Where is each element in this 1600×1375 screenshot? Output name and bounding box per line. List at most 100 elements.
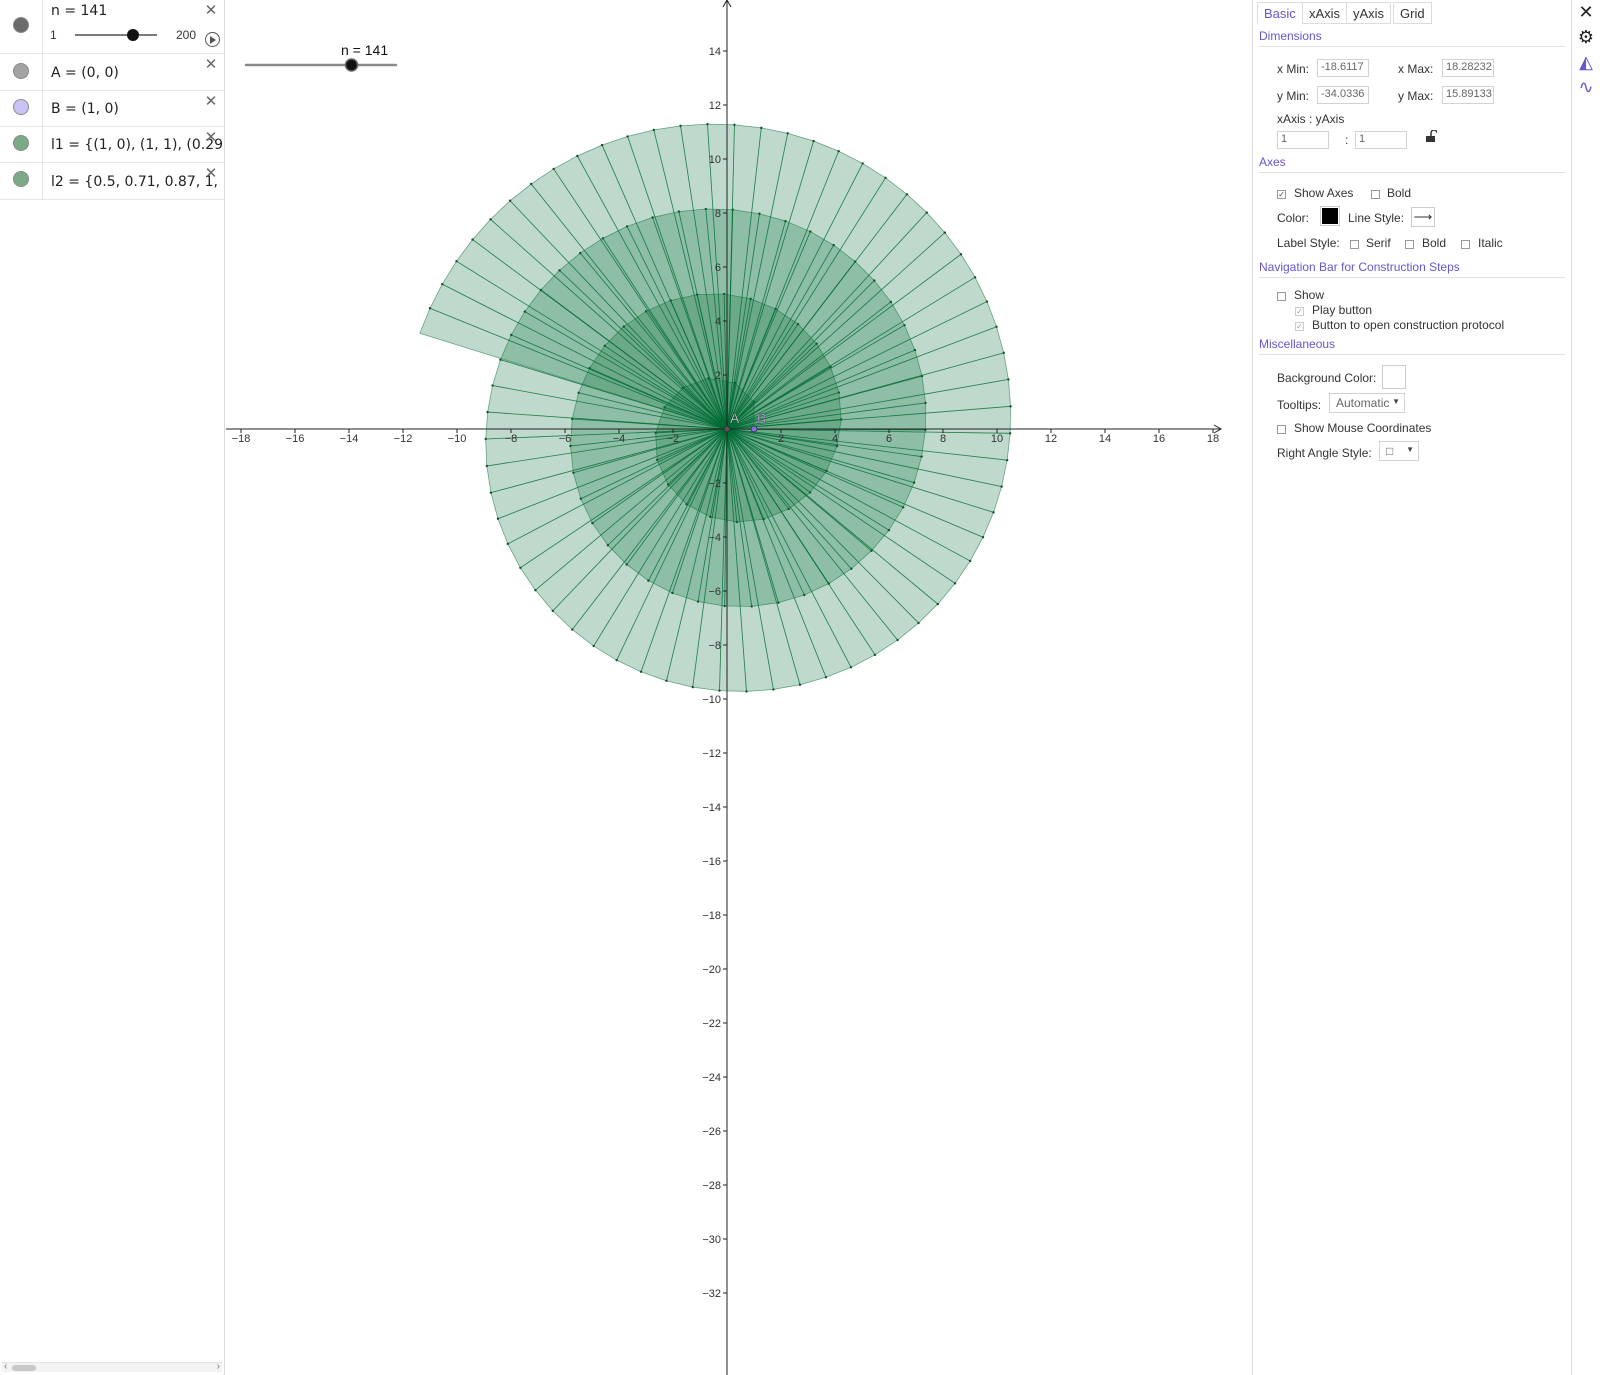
algebra-item-point-a[interactable]: A = (0, 0) ✕ <box>0 54 224 91</box>
algebra-item-label[interactable]: B = (1, 0) <box>51 101 223 117</box>
scrollbar-thumb[interactable] <box>12 1365 36 1371</box>
right-angle-style-select[interactable]: □ ▼ <box>1379 441 1419 461</box>
algebra-item-label[interactable]: l2 = {0.5, 0.71, 0.87, 1, 1.1 <box>51 174 223 190</box>
show-mouse-coords-checkbox[interactable] <box>1277 425 1286 434</box>
spiral-vertex <box>905 193 909 196</box>
axis-color-swatch[interactable] <box>1320 206 1340 226</box>
graphics-view[interactable]: −18 −16 −14 −12 −10 −8 −6 −4 −2 2 4 6 8 10 12 14 16 18 14 1… <box>226 0 1251 1375</box>
visibility-marble[interactable] <box>13 99 29 115</box>
x-tick-label: 18 <box>1207 433 1219 445</box>
spiral-vertex <box>534 588 537 592</box>
ymax-field[interactable]: 15.89133 <box>1442 86 1494 104</box>
spiral-vertex <box>943 231 947 234</box>
delete-icon[interactable]: ✕ <box>204 3 218 18</box>
algebra-item-label[interactable]: l1 = {(1, 0), (1, 1), (0.29, 1 <box>51 137 223 153</box>
background-color-swatch[interactable] <box>1382 365 1406 389</box>
slider-label[interactable]: n = 141 <box>341 42 388 58</box>
spiral-vertex <box>995 325 998 328</box>
spiral-vertex <box>626 135 629 138</box>
tooltips-select[interactable]: Automatic ▼ <box>1329 393 1405 413</box>
bold-checkbox[interactable] <box>1371 190 1380 199</box>
tooltips-label: Tooltips: <box>1277 398 1322 412</box>
xmin-field[interactable]: -18.6117 <box>1317 59 1369 77</box>
visibility-marble[interactable] <box>13 135 29 151</box>
line-style-selector[interactable]: ⟶ <box>1411 207 1435 227</box>
point-a[interactable] <box>723 425 731 433</box>
spiral-vertex <box>552 167 555 171</box>
tab-grid[interactable]: Grid <box>1393 2 1432 24</box>
visibility-marble[interactable] <box>13 63 29 79</box>
algebra-item-list-l2[interactable]: l2 = {0.5, 0.71, 0.87, 1, 1.1 ✕ <box>0 163 224 200</box>
close-icon[interactable]: ✕ <box>1576 2 1596 22</box>
gear-icon[interactable]: ⚙ <box>1576 27 1596 47</box>
delete-icon[interactable]: ✕ <box>204 130 218 145</box>
background-color-label: Background Color: <box>1277 371 1377 385</box>
spiral-vertex <box>849 666 853 669</box>
delete-icon[interactable]: ✕ <box>204 166 218 181</box>
play-icon[interactable] <box>205 32 220 47</box>
curve-icon[interactable]: ∿ <box>1576 77 1596 97</box>
slider-handle[interactable] <box>344 58 359 72</box>
y-tick-label: 2 <box>715 370 721 382</box>
y-tick-label: −24 <box>702 1072 721 1084</box>
spiral-vertex <box>508 199 512 202</box>
slider-min-label: 1 <box>50 28 57 42</box>
section-dimensions-title: Dimensions <box>1259 29 1322 43</box>
y-tick-label: −8 <box>708 640 721 652</box>
tab-basic[interactable]: Basic <box>1257 2 1303 24</box>
slider-track[interactable] <box>75 34 157 36</box>
side-toolbar: ✕ ⚙ ◭ ∿ <box>1572 0 1600 1375</box>
spiral-vertex <box>936 602 939 606</box>
spiral-vertex <box>896 638 899 642</box>
show-mouse-coords-label: Show Mouse Coordinates <box>1294 421 1432 435</box>
ratio-x-field[interactable]: 1 <box>1277 131 1329 149</box>
algebra-item-label[interactable]: n = 141 <box>51 3 223 19</box>
xmax-field[interactable]: 18.28232 <box>1442 59 1494 77</box>
label-bold-checkbox[interactable] <box>1405 240 1414 249</box>
divider <box>42 163 43 199</box>
spiral-vertex <box>600 143 604 147</box>
spiral-vertex <box>496 517 500 520</box>
y-tick-label: −14 <box>702 802 721 814</box>
x-tick-label: 12 <box>1045 433 1057 445</box>
ymin-field[interactable]: -34.0336 <box>1317 86 1369 104</box>
scroll-right-icon[interactable]: › <box>217 1361 220 1372</box>
spiral-vertex <box>665 679 668 683</box>
horizontal-scrollbar[interactable]: ‹ › <box>2 1361 222 1372</box>
delete-icon[interactable]: ✕ <box>204 57 218 72</box>
italic-checkbox[interactable] <box>1461 240 1470 249</box>
visibility-marble[interactable] <box>13 171 29 187</box>
spiral-vertex <box>786 132 789 135</box>
slider-handle[interactable] <box>126 29 139 41</box>
protocol-button-checkbox[interactable]: ✓ <box>1295 322 1304 331</box>
ratio-y-field[interactable]: 1 <box>1355 131 1407 149</box>
algebra-item-list-l1[interactable]: l1 = {(1, 0), (1, 1), (0.29, 1 ✕ <box>0 127 224 163</box>
section-axes-title: Axes <box>1259 155 1286 169</box>
xmax-label: x Max: <box>1398 62 1434 76</box>
show-axes-checkbox[interactable]: ✓ <box>1277 190 1286 199</box>
serif-checkbox[interactable] <box>1350 240 1359 249</box>
algebra-item-slider-n[interactable]: n = 141 ✕ 1 200 <box>0 0 224 54</box>
spiral-vertex <box>925 211 928 214</box>
point-a-label: A <box>730 410 740 426</box>
y-tick-label: −4 <box>708 532 721 544</box>
scroll-left-icon[interactable]: ‹ <box>4 1361 7 1372</box>
xmin-label: x Min: <box>1277 62 1310 76</box>
algebra-item-point-b[interactable]: B = (1, 0) ✕ <box>0 91 224 127</box>
play-button-checkbox[interactable]: ✓ <box>1295 307 1304 316</box>
show-navbar-checkbox[interactable] <box>1277 292 1286 301</box>
delete-icon[interactable]: ✕ <box>204 94 218 109</box>
tab-xaxis[interactable]: xAxis <box>1302 2 1348 24</box>
divider <box>1259 354 1565 355</box>
tab-yaxis[interactable]: yAxis <box>1346 2 1392 24</box>
ratio-separator: : <box>1345 133 1349 147</box>
unlock-icon[interactable] <box>1425 130 1437 143</box>
point-b[interactable] <box>750 425 758 433</box>
spiral-vertex <box>551 609 554 613</box>
chevron-down-icon: ▼ <box>1406 445 1414 454</box>
visibility-marble[interactable] <box>13 17 29 33</box>
algebra-item-label[interactable]: A = (0, 0) <box>51 65 223 81</box>
x-tick-label: −8 <box>505 433 518 445</box>
graphics-canvas[interactable]: −18 −16 −14 −12 −10 −8 −6 −4 −2 2 4 6 8 10 12 14 16 18141… <box>226 0 1251 1375</box>
graphics-settings-icon[interactable]: ◭ <box>1576 52 1596 72</box>
